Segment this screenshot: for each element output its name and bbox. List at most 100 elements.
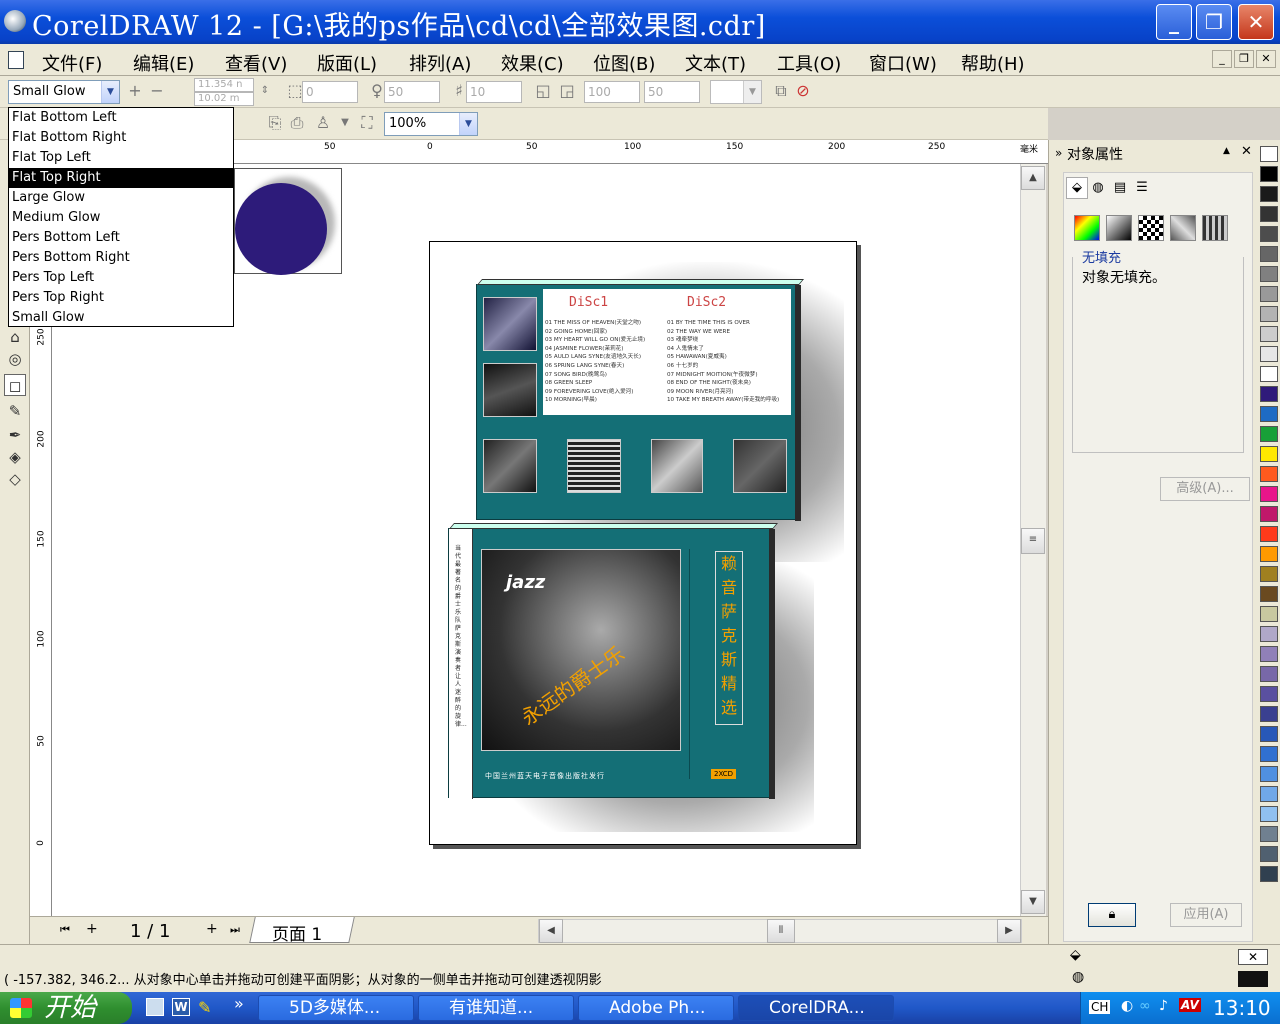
palette-swatch[interactable] <box>1260 526 1278 542</box>
palette-swatch[interactable] <box>1260 566 1278 582</box>
outline-color-swatch[interactable] <box>1238 971 1268 987</box>
document-icon[interactable] <box>8 51 24 69</box>
task-photoshop[interactable]: Adobe Ph... <box>578 995 734 1021</box>
palette-swatch[interactable] <box>1260 166 1278 182</box>
menu-window[interactable]: 窗口(W) <box>869 50 937 76</box>
export-icon[interactable]: ⎙ <box>286 112 308 134</box>
apply-button[interactable]: 应用(A) <box>1170 903 1242 927</box>
zoom-combo[interactable]: 100% ▼ <box>384 112 478 136</box>
minimize-button[interactable]: _ <box>1156 4 1192 40</box>
palette-swatch[interactable] <box>1260 806 1278 822</box>
chevron-down-icon[interactable]: ▼ <box>334 112 356 134</box>
palette-swatch[interactable] <box>1260 146 1278 162</box>
top-cd-box[interactable]: DiSc1 DiSc2 01 THE MISS OF HEAVEN(天堂之吻) … <box>476 279 805 521</box>
preset-option-selected[interactable]: Flat Top Right <box>9 168 233 188</box>
menu-edit[interactable]: 编辑(E) <box>133 50 194 76</box>
task-coreldraw[interactable]: CorelDRA... <box>738 995 894 1021</box>
chevron-down-icon[interactable]: ▼ <box>743 81 761 103</box>
preset-option[interactable]: Flat Top Left <box>9 148 233 168</box>
doc-minimize-button[interactable]: _ <box>1212 50 1232 68</box>
menu-text[interactable]: 文本(T) <box>685 50 746 76</box>
hscroll-thumb[interactable]: ⫴ <box>767 919 795 943</box>
maximize-button[interactable]: ❐ <box>1196 4 1232 40</box>
eyedropper-icon[interactable]: ✎ <box>4 400 26 422</box>
shadow-color-combo[interactable]: ▼ <box>710 80 762 104</box>
doc-restore-button[interactable]: ❐ <box>1234 50 1254 68</box>
page-border[interactable]: DiSc1 DiSc2 01 THE MISS OF HEAVEN(天堂之吻) … <box>429 241 857 845</box>
menu-layout[interactable]: 版面(L) <box>317 50 377 76</box>
smart-fill-icon[interactable]: ◎ <box>4 348 26 370</box>
palette-swatch[interactable] <box>1260 486 1278 502</box>
uniform-fill-icon[interactable] <box>1074 215 1100 241</box>
texture-fill-icon[interactable] <box>1170 215 1196 241</box>
add-page-after-icon[interactable]: + <box>206 921 218 937</box>
docker-grip-icon[interactable]: » <box>1055 146 1062 160</box>
vertical-scrollbar[interactable]: ▲ ≡ ▼ <box>1020 164 1046 916</box>
palette-swatch[interactable] <box>1260 226 1278 242</box>
fill-tab-icon[interactable]: ⬙ <box>1066 177 1088 199</box>
palette-swatch[interactable] <box>1260 386 1278 402</box>
menu-tools[interactable]: 工具(O) <box>777 50 841 76</box>
interactive-fill-icon[interactable]: ◇ <box>4 468 26 490</box>
tray-av-icon[interactable]: AV <box>1179 998 1201 1012</box>
launcher-icon[interactable]: ♙ <box>312 112 334 134</box>
y-field[interactable]: 10.02 m <box>194 92 254 106</box>
advanced-button[interactable]: 高级(A)... <box>1160 477 1250 501</box>
close-button[interactable]: ✕ <box>1238 4 1274 40</box>
preset-option[interactable]: Pers Top Left <box>9 268 233 288</box>
palette-swatch[interactable] <box>1260 246 1278 262</box>
palette-swatch[interactable] <box>1260 586 1278 602</box>
docker-close-icon[interactable]: ✕ <box>1241 144 1252 159</box>
opacity-field[interactable]: 50 <box>384 81 440 103</box>
fill-bucket-icon[interactable]: ◈ <box>4 446 26 468</box>
palette-swatch[interactable] <box>1260 826 1278 842</box>
stretch-field[interactable]: 50 <box>644 81 700 103</box>
feather-direction-icon[interactable]: ◱ <box>532 80 554 102</box>
copy-shadow-icon[interactable]: ⧉ <box>770 80 792 102</box>
palette-swatch[interactable] <box>1260 606 1278 622</box>
outline-pen-icon[interactable]: ✒ <box>4 424 26 446</box>
chevron-down-icon[interactable]: ▼ <box>101 81 119 103</box>
menu-bitmaps[interactable]: 位图(B) <box>593 50 655 76</box>
menu-file[interactable]: 文件(F) <box>42 50 102 76</box>
palette-swatch[interactable] <box>1260 506 1278 522</box>
clear-shadow-icon[interactable]: ⊘ <box>792 80 814 102</box>
more-quicklaunch-icon[interactable]: » <box>234 994 244 1013</box>
preset-option[interactable]: Pers Bottom Right <box>9 248 233 268</box>
web-icon[interactable]: ⛶ <box>356 112 378 134</box>
doc-close-button[interactable]: ✕ <box>1256 50 1276 68</box>
start-button[interactable]: 开始 <box>0 992 132 1024</box>
interactive-shadow-icon[interactable]: ◻ <box>4 374 26 396</box>
docker-collapse-icon[interactable]: ▲ <box>1223 146 1230 156</box>
general-tab-icon[interactable]: ▤ <box>1110 177 1130 199</box>
chevron-down-icon[interactable]: ▼ <box>459 113 477 135</box>
spin-icon[interactable]: ⇕ <box>254 80 276 102</box>
tray-ime-icon[interactable]: ◐ <box>1121 998 1133 1014</box>
pattern-fill-icon[interactable] <box>1138 215 1164 241</box>
palette-swatch[interactable] <box>1260 766 1278 782</box>
remove-preset-icon[interactable]: − <box>146 80 168 102</box>
palette-swatch[interactable] <box>1260 786 1278 802</box>
palette-swatch[interactable] <box>1260 646 1278 662</box>
feather-field[interactable]: 10 <box>466 81 522 103</box>
menu-arrange[interactable]: 排列(A) <box>409 50 471 76</box>
menu-effects[interactable]: 效果(C) <box>501 50 564 76</box>
palette-swatch[interactable] <box>1260 286 1278 302</box>
preset-option[interactable]: Medium Glow <box>9 208 233 228</box>
detail-tab-icon[interactable]: ☰ <box>1132 177 1152 199</box>
palette-swatch[interactable] <box>1260 186 1278 202</box>
palette-swatch[interactable] <box>1260 686 1278 702</box>
preset-option[interactable]: Small Glow <box>9 308 233 328</box>
add-page-icon[interactable]: + <box>86 921 98 937</box>
add-preset-icon[interactable]: + <box>124 80 146 102</box>
palette-swatch[interactable] <box>1260 846 1278 862</box>
horizontal-scrollbar[interactable]: ◀ ⫴ ▶ <box>538 919 1022 943</box>
palette-swatch[interactable] <box>1260 706 1278 722</box>
palette-swatch[interactable] <box>1260 726 1278 742</box>
fill-tool-icon[interactable]: ⌂ <box>4 326 26 348</box>
import-icon[interactable]: ⎘ <box>264 112 286 134</box>
preset-option[interactable]: Pers Bottom Left <box>9 228 233 248</box>
x-field[interactable]: 11.354 n <box>194 78 254 92</box>
preset-option[interactable]: Large Glow <box>9 188 233 208</box>
preset-option[interactable]: Flat Bottom Right <box>9 128 233 148</box>
